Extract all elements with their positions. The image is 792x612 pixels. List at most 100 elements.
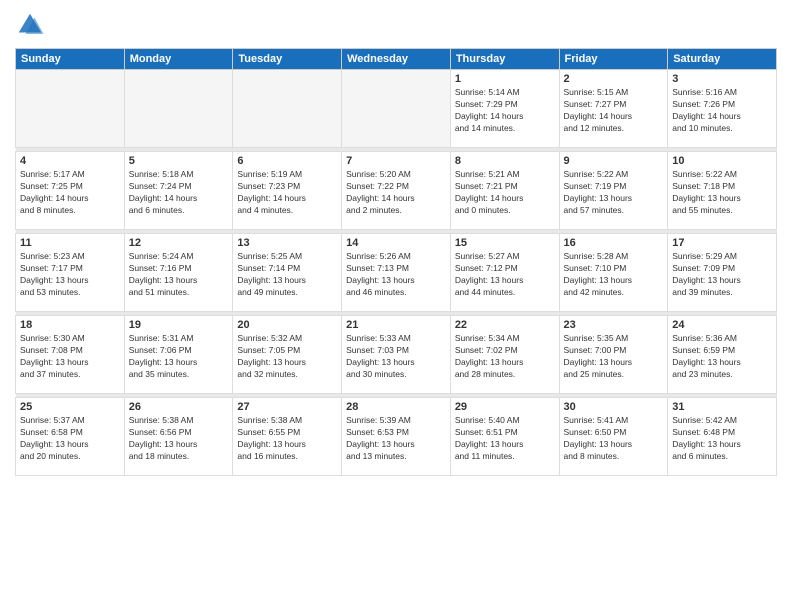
day-info: Sunrise: 5:38 AM Sunset: 6:55 PM Dayligh… xyxy=(237,415,337,463)
weekday-header: Wednesday xyxy=(342,49,451,70)
calendar-cell: 13 Sunrise: 5:25 AM Sunset: 7:14 PM Dayli… xyxy=(233,234,342,312)
day-info: Sunrise: 5:36 AM Sunset: 6:59 PM Dayligh… xyxy=(672,333,772,381)
calendar-cell: 14 Sunrise: 5:26 AM Sunset: 7:13 PM Dayli… xyxy=(342,234,451,312)
calendar-cell: 22 Sunrise: 5:34 AM Sunset: 7:02 PM Dayli… xyxy=(450,316,559,394)
calendar-cell: 28 Sunrise: 5:39 AM Sunset: 6:53 PM Dayli… xyxy=(342,398,451,476)
day-info: Sunrise: 5:39 AM Sunset: 6:53 PM Dayligh… xyxy=(346,415,446,463)
calendar-week-row: 4 Sunrise: 5:17 AM Sunset: 7:25 PM Daylig… xyxy=(16,152,777,230)
weekday-header: Sunday xyxy=(16,49,125,70)
calendar-cell: 20 Sunrise: 5:32 AM Sunset: 7:05 PM Dayli… xyxy=(233,316,342,394)
day-info: Sunrise: 5:42 AM Sunset: 6:48 PM Dayligh… xyxy=(672,415,772,463)
calendar-cell: 23 Sunrise: 5:35 AM Sunset: 7:00 PM Dayli… xyxy=(559,316,668,394)
calendar-cell: 31 Sunrise: 5:42 AM Sunset: 6:48 PM Dayli… xyxy=(668,398,777,476)
calendar-cell: 15 Sunrise: 5:27 AM Sunset: 7:12 PM Dayli… xyxy=(450,234,559,312)
day-number: 13 xyxy=(237,237,337,249)
calendar-cell: 9 Sunrise: 5:22 AM Sunset: 7:19 PM Daylig… xyxy=(559,152,668,230)
calendar-cell xyxy=(233,70,342,148)
day-info: Sunrise: 5:26 AM Sunset: 7:13 PM Dayligh… xyxy=(346,251,446,299)
day-number: 19 xyxy=(129,319,229,331)
day-info: Sunrise: 5:32 AM Sunset: 7:05 PM Dayligh… xyxy=(237,333,337,381)
calendar-cell: 29 Sunrise: 5:40 AM Sunset: 6:51 PM Dayli… xyxy=(450,398,559,476)
logo xyxy=(15,10,49,40)
day-number: 26 xyxy=(129,401,229,413)
weekday-header: Thursday xyxy=(450,49,559,70)
calendar-cell: 8Sunrise: 5:21 AM Sunset: 7:21 PM Daylig… xyxy=(450,152,559,230)
day-info: Sunrise: 5:24 AM Sunset: 7:16 PM Dayligh… xyxy=(129,251,229,299)
day-number: 16 xyxy=(564,237,664,249)
day-info: Sunrise: 5:15 AM Sunset: 7:27 PM Dayligh… xyxy=(564,87,664,135)
day-info: Sunrise: 5:22 AM Sunset: 7:18 PM Dayligh… xyxy=(672,169,772,217)
calendar-cell: 21 Sunrise: 5:33 AM Sunset: 7:03 PM Dayli… xyxy=(342,316,451,394)
calendar-cell: 27 Sunrise: 5:38 AM Sunset: 6:55 PM Dayli… xyxy=(233,398,342,476)
day-number: 12 xyxy=(129,237,229,249)
day-number: 4 xyxy=(20,155,120,167)
day-number: 29 xyxy=(455,401,555,413)
calendar-cell: 16 Sunrise: 5:28 AM Sunset: 7:10 PM Dayli… xyxy=(559,234,668,312)
calendar-cell: 26 Sunrise: 5:38 AM Sunset: 6:56 PM Dayli… xyxy=(124,398,233,476)
calendar-week-row: 18Sunrise: 5:30 AM Sunset: 7:08 PM Dayli… xyxy=(16,316,777,394)
day-number: 22 xyxy=(455,319,555,331)
day-info: Sunrise: 5:22 AM Sunset: 7:19 PM Dayligh… xyxy=(564,169,664,217)
day-number: 7 xyxy=(346,155,446,167)
calendar: SundayMondayTuesdayWednesdayThursdayFrid… xyxy=(15,48,777,476)
day-number: 15 xyxy=(455,237,555,249)
day-info: Sunrise: 5:33 AM Sunset: 7:03 PM Dayligh… xyxy=(346,333,446,381)
weekday-header: Friday xyxy=(559,49,668,70)
day-info: Sunrise: 5:29 AM Sunset: 7:09 PM Dayligh… xyxy=(672,251,772,299)
day-number: 21 xyxy=(346,319,446,331)
calendar-cell: 24 Sunrise: 5:36 AM Sunset: 6:59 PM Dayli… xyxy=(668,316,777,394)
day-number: 27 xyxy=(237,401,337,413)
calendar-week-row: 1 Sunrise: 5:14 AM Sunset: 7:29 PM Daylig… xyxy=(16,70,777,148)
day-number: 10 xyxy=(672,155,772,167)
calendar-cell: 4 Sunrise: 5:17 AM Sunset: 7:25 PM Daylig… xyxy=(16,152,125,230)
day-info: Sunrise: 5:18 AM Sunset: 7:24 PM Dayligh… xyxy=(129,169,229,217)
day-info: Sunrise: 5:20 AM Sunset: 7:22 PM Dayligh… xyxy=(346,169,446,217)
header xyxy=(15,10,777,40)
day-number: 30 xyxy=(564,401,664,413)
day-number: 20 xyxy=(237,319,337,331)
calendar-cell: 17Sunrise: 5:29 AM Sunset: 7:09 PM Dayli… xyxy=(668,234,777,312)
day-number: 31 xyxy=(672,401,772,413)
weekday-header: Tuesday xyxy=(233,49,342,70)
day-number: 9 xyxy=(564,155,664,167)
day-number: 28 xyxy=(346,401,446,413)
weekday-header-row: SundayMondayTuesdayWednesdayThursdayFrid… xyxy=(16,49,777,70)
calendar-cell: 7 Sunrise: 5:20 AM Sunset: 7:22 PM Daylig… xyxy=(342,152,451,230)
calendar-cell: 5 Sunrise: 5:18 AM Sunset: 7:24 PM Daylig… xyxy=(124,152,233,230)
calendar-cell: 25Sunrise: 5:37 AM Sunset: 6:58 PM Dayli… xyxy=(16,398,125,476)
day-number: 5 xyxy=(129,155,229,167)
calendar-cell xyxy=(124,70,233,148)
day-info: Sunrise: 5:25 AM Sunset: 7:14 PM Dayligh… xyxy=(237,251,337,299)
day-number: 14 xyxy=(346,237,446,249)
day-info: Sunrise: 5:37 AM Sunset: 6:58 PM Dayligh… xyxy=(20,415,120,463)
day-info: Sunrise: 5:34 AM Sunset: 7:02 PM Dayligh… xyxy=(455,333,555,381)
calendar-cell: 6Sunrise: 5:19 AM Sunset: 7:23 PM Daylig… xyxy=(233,152,342,230)
day-info: Sunrise: 5:35 AM Sunset: 7:00 PM Dayligh… xyxy=(564,333,664,381)
page: SundayMondayTuesdayWednesdayThursdayFrid… xyxy=(0,0,792,612)
logo-icon xyxy=(15,10,45,40)
day-number: 8 xyxy=(455,155,555,167)
day-number: 1 xyxy=(455,73,555,85)
calendar-cell: 18Sunrise: 5:30 AM Sunset: 7:08 PM Dayli… xyxy=(16,316,125,394)
day-number: 3 xyxy=(672,73,772,85)
day-info: Sunrise: 5:31 AM Sunset: 7:06 PM Dayligh… xyxy=(129,333,229,381)
day-info: Sunrise: 5:30 AM Sunset: 7:08 PM Dayligh… xyxy=(20,333,120,381)
day-number: 24 xyxy=(672,319,772,331)
day-info: Sunrise: 5:23 AM Sunset: 7:17 PM Dayligh… xyxy=(20,251,120,299)
day-info: Sunrise: 5:27 AM Sunset: 7:12 PM Dayligh… xyxy=(455,251,555,299)
calendar-cell: 11Sunrise: 5:23 AM Sunset: 7:17 PM Dayli… xyxy=(16,234,125,312)
day-info: Sunrise: 5:38 AM Sunset: 6:56 PM Dayligh… xyxy=(129,415,229,463)
calendar-week-row: 11Sunrise: 5:23 AM Sunset: 7:17 PM Dayli… xyxy=(16,234,777,312)
day-info: Sunrise: 5:17 AM Sunset: 7:25 PM Dayligh… xyxy=(20,169,120,217)
calendar-cell: 3 Sunrise: 5:16 AM Sunset: 7:26 PM Daylig… xyxy=(668,70,777,148)
day-number: 6 xyxy=(237,155,337,167)
day-info: Sunrise: 5:14 AM Sunset: 7:29 PM Dayligh… xyxy=(455,87,555,135)
calendar-cell: 12 Sunrise: 5:24 AM Sunset: 7:16 PM Dayli… xyxy=(124,234,233,312)
calendar-cell: 2Sunrise: 5:15 AM Sunset: 7:27 PM Daylig… xyxy=(559,70,668,148)
day-number: 23 xyxy=(564,319,664,331)
weekday-header: Saturday xyxy=(668,49,777,70)
day-info: Sunrise: 5:40 AM Sunset: 6:51 PM Dayligh… xyxy=(455,415,555,463)
day-info: Sunrise: 5:16 AM Sunset: 7:26 PM Dayligh… xyxy=(672,87,772,135)
day-info: Sunrise: 5:28 AM Sunset: 7:10 PM Dayligh… xyxy=(564,251,664,299)
weekday-header: Monday xyxy=(124,49,233,70)
